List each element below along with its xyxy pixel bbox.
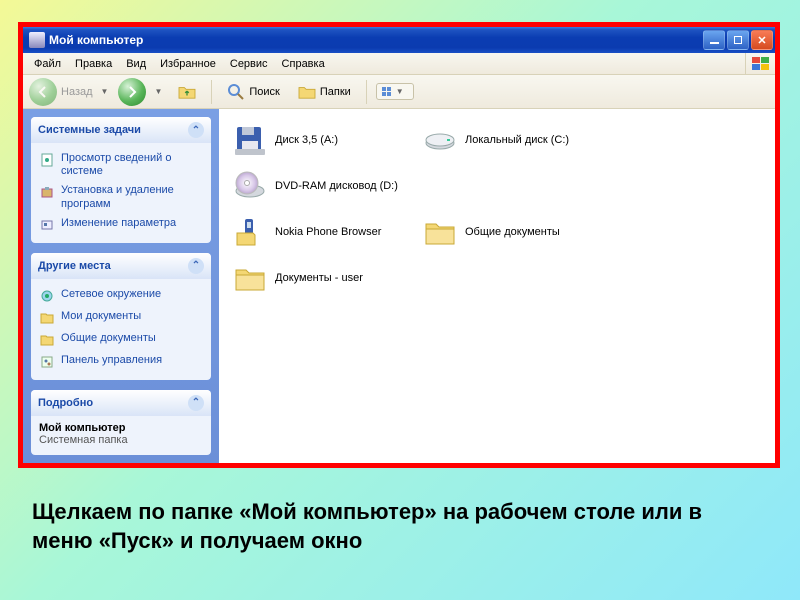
- item-floppy[interactable]: Диск 3,5 (A:): [229, 117, 419, 163]
- sidebar-item-label: Панель управления: [61, 354, 162, 367]
- panel-title: Подробно: [38, 397, 93, 409]
- search-button[interactable]: Поиск: [221, 78, 285, 106]
- item-user-docs[interactable]: Документы - user: [229, 255, 419, 301]
- chevron-up-icon: ⌃: [188, 122, 204, 138]
- item-label: DVD-RAM дисковод (D:): [275, 180, 398, 192]
- computer-icon: [29, 32, 45, 48]
- item-label: Локальный диск (C:): [465, 134, 569, 146]
- folder-icon: [39, 332, 55, 348]
- window-title: Мой компьютер: [49, 33, 703, 47]
- item-label: Nokia Phone Browser: [275, 226, 381, 238]
- hdd-icon: [423, 123, 457, 157]
- back-button[interactable]: [29, 78, 57, 106]
- sidebar-item-label: Сетевое окружение: [61, 288, 161, 301]
- window-frame: Мой компьютер ✕ Файл Правка Вид Избранно…: [18, 22, 780, 468]
- maximize-button[interactable]: [727, 30, 749, 50]
- details-type: Системная папка: [39, 434, 203, 446]
- panel-header[interactable]: Подробно ⌃: [31, 390, 211, 416]
- forward-button[interactable]: [118, 78, 146, 106]
- toolbar: Назад ▼ ▼ Поиск Папки ▼: [23, 75, 775, 109]
- folder-icon: [423, 215, 457, 249]
- item-hdd[interactable]: Локальный диск (C:): [419, 117, 609, 163]
- minimize-button[interactable]: [703, 30, 725, 50]
- view-button[interactable]: ▼: [376, 83, 414, 100]
- sidebar-item-label: Установка и удаление программ: [61, 184, 203, 210]
- slide-caption: Щелкаем по папке «Мой компьютер» на рабо…: [32, 498, 762, 555]
- up-button[interactable]: [172, 78, 202, 106]
- panel-title: Другие места: [38, 260, 111, 272]
- menu-tools[interactable]: Сервис: [223, 55, 275, 73]
- chevron-up-icon: ⌃: [188, 395, 204, 411]
- sidebar-item-shared-docs[interactable]: Общие документы: [39, 329, 203, 351]
- close-button[interactable]: ✕: [751, 30, 773, 50]
- package-icon: [39, 184, 55, 200]
- sidebar-item-change-setting[interactable]: Изменение параметра: [39, 214, 203, 236]
- sidebar-item-label: Общие документы: [61, 332, 156, 345]
- network-icon: [39, 288, 55, 304]
- folder-icon: [39, 310, 55, 326]
- item-dvd[interactable]: DVD-RAM дисковод (D:): [229, 163, 419, 209]
- control-panel-icon: [39, 354, 55, 370]
- chevron-up-icon: ⌃: [188, 258, 204, 274]
- menu-favorites[interactable]: Избранное: [153, 55, 223, 73]
- item-phone[interactable]: Nokia Phone Browser: [229, 209, 419, 255]
- sidebar-item-label: Мои документы: [61, 310, 141, 323]
- phone-icon: [233, 215, 267, 249]
- forward-dropdown-icon[interactable]: ▼: [154, 87, 162, 96]
- folder-up-icon: [178, 83, 196, 101]
- cd-icon: [233, 169, 267, 203]
- folders-label: Папки: [320, 86, 351, 98]
- item-shared-docs[interactable]: Общие документы: [419, 209, 609, 255]
- search-label: Поиск: [249, 86, 279, 98]
- panel-details: Подробно ⌃ Мой компьютер Системная папка: [31, 390, 211, 455]
- sidebar-item-label: Изменение параметра: [61, 217, 176, 230]
- menu-file[interactable]: Файл: [27, 55, 68, 73]
- view-dropdown-icon: ▼: [396, 87, 404, 96]
- item-label: Документы - user: [275, 272, 363, 284]
- menu-bar: Файл Правка Вид Избранное Сервис Справка: [23, 53, 775, 75]
- folders-icon: [298, 83, 316, 101]
- settings-icon: [39, 217, 55, 233]
- panel-system-tasks: Системные задачи ⌃ Просмотр сведений о с…: [31, 117, 211, 243]
- details-name: Мой компьютер: [39, 422, 203, 434]
- menu-edit[interactable]: Правка: [68, 55, 119, 73]
- back-dropdown-icon[interactable]: ▼: [101, 87, 109, 96]
- folders-button[interactable]: Папки: [292, 78, 357, 106]
- sidebar-item-system-info[interactable]: Просмотр сведений о системе: [39, 149, 203, 181]
- folder-icon: [233, 261, 267, 295]
- item-label: Общие документы: [465, 226, 560, 238]
- menu-help[interactable]: Справка: [275, 55, 332, 73]
- sidebar-item-add-remove[interactable]: Установка и удаление программ: [39, 181, 203, 213]
- sidebar-item-label: Просмотр сведений о системе: [61, 152, 203, 178]
- floppy-icon: [233, 123, 267, 157]
- info-icon: [39, 152, 55, 168]
- search-icon: [227, 83, 245, 101]
- panel-header[interactable]: Системные задачи ⌃: [31, 117, 211, 143]
- sidebar: Системные задачи ⌃ Просмотр сведений о с…: [23, 109, 219, 463]
- content-area: Диск 3,5 (A:) Локальный диск (C:) DVD-RA…: [219, 109, 775, 463]
- sidebar-item-my-docs[interactable]: Мои документы: [39, 307, 203, 329]
- menu-view[interactable]: Вид: [119, 55, 153, 73]
- panel-title: Системные задачи: [38, 124, 141, 136]
- sidebar-item-network[interactable]: Сетевое окружение: [39, 285, 203, 307]
- back-label: Назад: [61, 86, 93, 98]
- item-label: Диск 3,5 (A:): [275, 134, 338, 146]
- panel-header[interactable]: Другие места ⌃: [31, 253, 211, 279]
- panel-other-places: Другие места ⌃ Сетевое окружение Мои док…: [31, 253, 211, 380]
- titlebar: Мой компьютер ✕: [23, 27, 775, 53]
- view-grid-icon: [382, 87, 391, 96]
- sidebar-item-control-panel[interactable]: Панель управления: [39, 351, 203, 373]
- windows-flag-icon: [745, 53, 775, 74]
